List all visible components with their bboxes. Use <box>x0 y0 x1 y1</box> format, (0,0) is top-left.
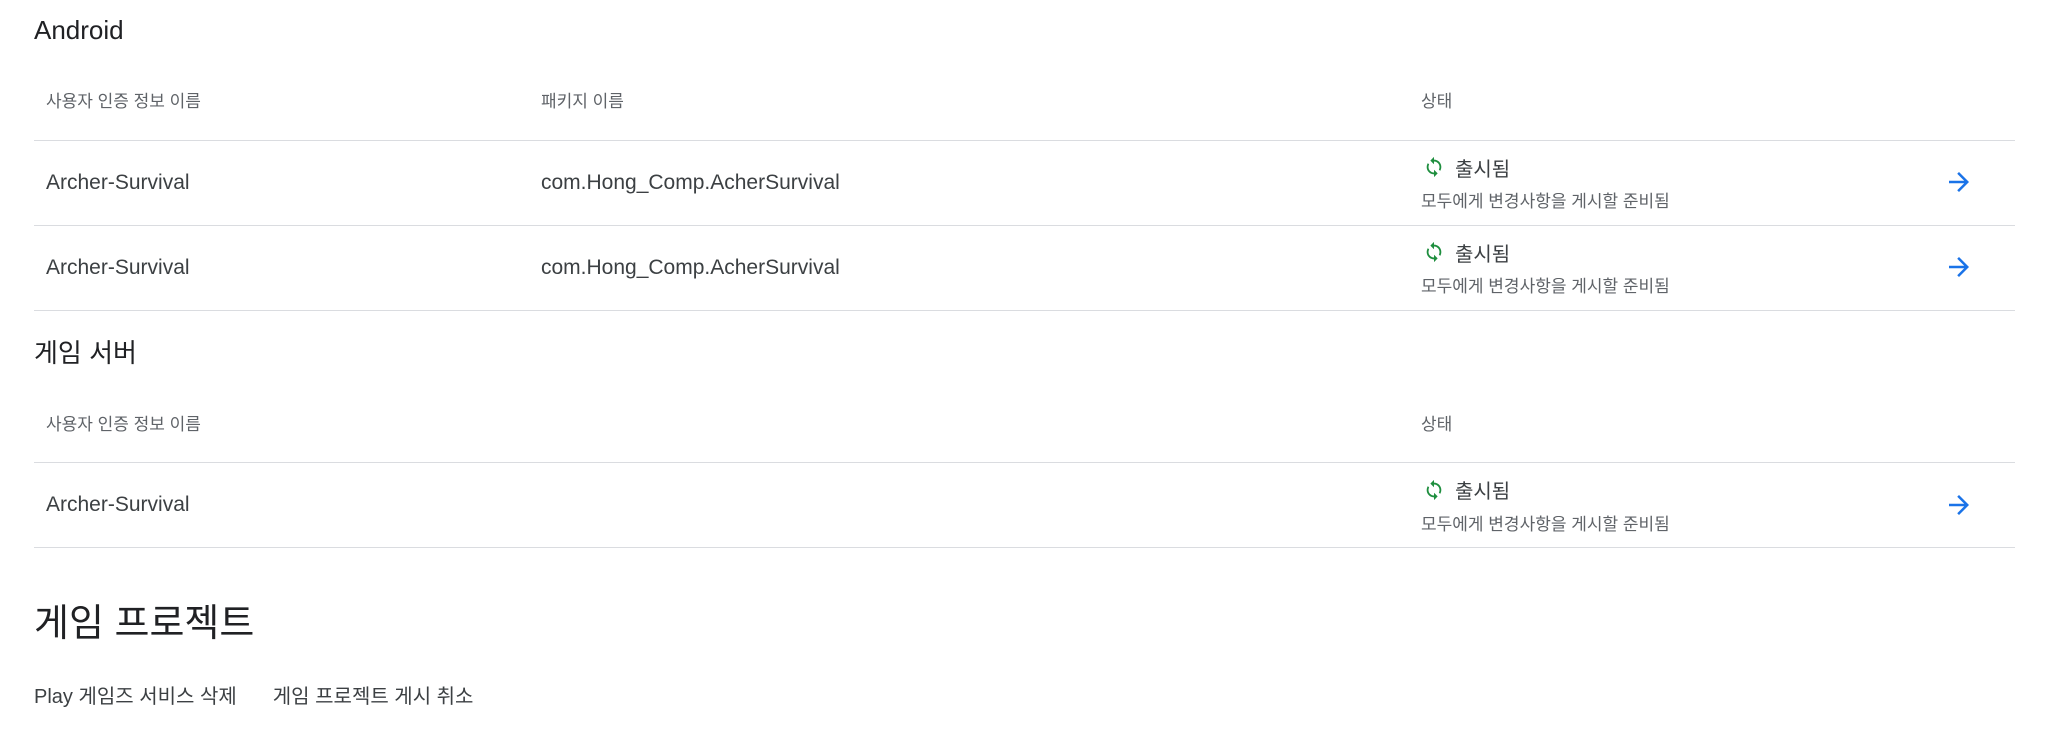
status-detail: 모두에게 변경사항을 게시할 준비됨 <box>1421 192 1670 211</box>
status-cell: 출시됨 모두에게 변경사항을 게시할 준비됨 <box>1409 225 1885 311</box>
row-action-cell <box>1885 140 2015 226</box>
arrow-forward-icon[interactable] <box>1939 485 1979 525</box>
status-label: 출시됨 <box>1455 243 1511 266</box>
credential-name-cell: Archer-Survival <box>34 462 529 548</box>
empty-cell <box>529 462 1409 548</box>
table-header-row: 사용자 인증 정보 이름 패키지 이름 상태 <box>34 60 2015 141</box>
package-name-cell: com.Hong_Comp.AcherSurvival <box>529 225 1409 311</box>
column-header-actions <box>1885 382 2015 463</box>
table-row[interactable]: Archer-Survival com.Hong_Comp.AcherSurvi… <box>34 225 2015 311</box>
project-actions: Play 게임즈 서비스 삭제 게임 프로젝트 게시 취소 <box>34 680 2015 709</box>
status-line: 출시됨 <box>1421 476 1873 504</box>
row-action-cell <box>1885 225 2015 311</box>
package-name-cell: com.Hong_Comp.AcherSurvival <box>529 140 1409 226</box>
game-server-credentials-table: 사용자 인증 정보 이름 상태 Archer-Survival 출시됨 모두에게… <box>34 382 2015 548</box>
status-label: 출시됨 <box>1455 481 1511 503</box>
column-header-status: 상태 <box>1409 60 1885 141</box>
game-server-section-title: 게임 서버 <box>34 337 137 368</box>
unpublish-game-project-button[interactable]: 게임 프로젝트 게시 취소 <box>273 680 474 709</box>
android-credentials-table: 사용자 인증 정보 이름 패키지 이름 상태 Archer-Survival c… <box>34 60 2015 311</box>
status-line: 출시됨 <box>1421 238 1873 266</box>
android-section-title: Android <box>34 15 124 45</box>
game-project-title: 게임 프로젝트 <box>34 603 255 645</box>
table-header-row: 사용자 인증 정보 이름 상태 <box>34 382 2015 463</box>
column-header-actions <box>1885 60 2015 141</box>
status-cell: 출시됨 모두에게 변경사항을 게시할 준비됨 <box>1409 462 1885 548</box>
sync-icon <box>1421 477 1447 503</box>
table-row[interactable]: Archer-Survival 출시됨 모두에게 변경사항을 게시할 준비됨 <box>34 462 2015 548</box>
status-line: 출시됨 <box>1421 153 1873 181</box>
column-header-credential-name: 사용자 인증 정보 이름 <box>34 382 529 463</box>
credential-name-cell: Archer-Survival <box>34 140 529 226</box>
status-label: 출시됨 <box>1455 158 1511 181</box>
column-header-status: 상태 <box>1409 382 1885 463</box>
credential-name-cell: Archer-Survival <box>34 225 529 311</box>
status-cell: 출시됨 모두에게 변경사항을 게시할 준비됨 <box>1409 140 1885 226</box>
column-header-credential-name: 사용자 인증 정보 이름 <box>34 60 529 141</box>
delete-play-games-services-button[interactable]: Play 게임즈 서비스 삭제 <box>34 680 237 709</box>
row-action-cell <box>1885 462 2015 548</box>
sync-icon <box>1421 239 1447 265</box>
arrow-forward-icon[interactable] <box>1939 247 1979 287</box>
sync-icon <box>1421 154 1447 180</box>
column-header-package-name: 패키지 이름 <box>529 60 1409 141</box>
page: Android 사용자 인증 정보 이름 패키지 이름 상태 Archer-Su… <box>34 0 2015 709</box>
status-detail: 모두에게 변경사항을 게시할 준비됨 <box>1421 514 1670 534</box>
arrow-forward-icon[interactable] <box>1939 162 1979 202</box>
status-detail: 모두에게 변경사항을 게시할 준비됨 <box>1421 277 1670 296</box>
column-header-empty <box>529 382 1409 463</box>
table-row[interactable]: Archer-Survival com.Hong_Comp.AcherSurvi… <box>34 140 2015 226</box>
